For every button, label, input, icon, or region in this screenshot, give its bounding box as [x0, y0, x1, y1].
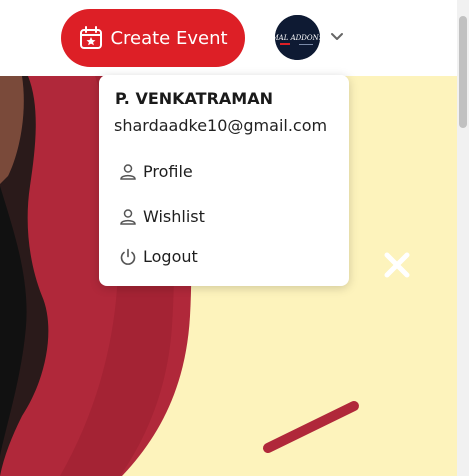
- user-icon: [120, 163, 136, 180]
- menu-item-profile[interactable]: Profile: [119, 162, 193, 181]
- power-icon: [120, 248, 136, 265]
- scrollbar-thumb[interactable]: [459, 16, 467, 128]
- menu-item-logout[interactable]: Logout: [119, 247, 198, 266]
- menu-item-label: Profile: [143, 162, 193, 181]
- user-name: P. VENKATRAMAN: [115, 89, 273, 108]
- menu-item-label: Logout: [143, 247, 198, 266]
- menu-item-wishlist[interactable]: Wishlist: [119, 207, 205, 226]
- user-dropdown-menu: P. VENKATRAMAN shardaadke10@gmail.com Pr…: [99, 75, 349, 286]
- top-header: Create Event MAL ADDONS: [0, 0, 457, 76]
- create-event-button[interactable]: Create Event: [61, 9, 245, 67]
- calendar-star-icon: [80, 26, 103, 49]
- user-email: shardaadke10@gmail.com: [114, 116, 328, 135]
- create-event-label: Create Event: [110, 27, 228, 49]
- avatar[interactable]: MAL ADDONS: [275, 15, 320, 60]
- avatar-logo: MAL ADDONS: [275, 15, 320, 60]
- menu-item-label: Wishlist: [143, 207, 205, 226]
- svg-text:MAL ADDONS: MAL ADDONS: [275, 34, 320, 42]
- chevron-down-icon[interactable]: [329, 31, 345, 43]
- user-icon: [120, 208, 136, 225]
